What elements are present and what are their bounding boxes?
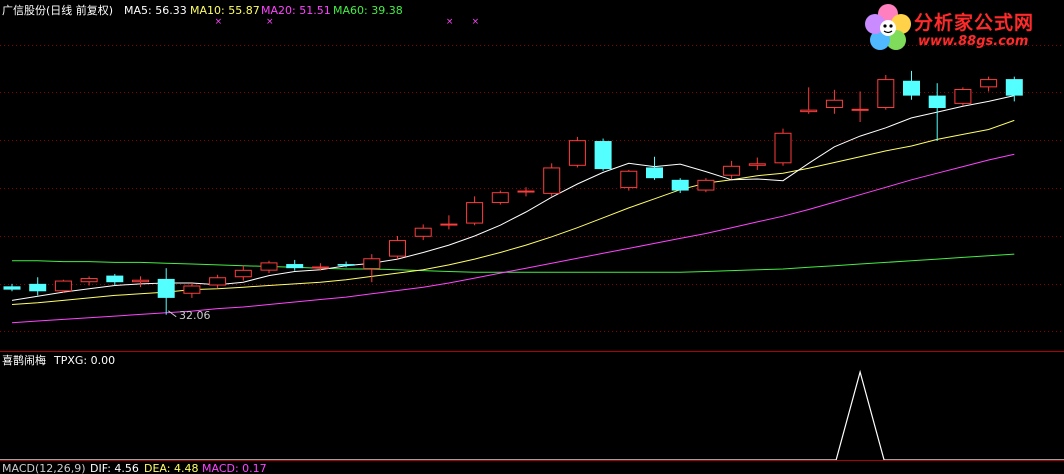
candle-body [697, 179, 715, 191]
candle-body [800, 109, 818, 113]
candle-body [132, 279, 149, 283]
candle-body [646, 167, 663, 179]
candle-body [389, 240, 406, 257]
candle-body [620, 170, 638, 189]
candle-up [491, 190, 509, 205]
candle-body [286, 264, 304, 269]
candle-body [851, 108, 869, 111]
tpxg-label: TPXG: 0.00 [53, 354, 115, 367]
low-price-label: 32.06 [179, 309, 211, 322]
candle-body [517, 190, 535, 193]
candle-body [440, 223, 458, 226]
candle-body [928, 95, 946, 108]
chart-title: 广信股份(日线 前复权) [2, 3, 113, 17]
candle-down [594, 138, 612, 171]
candle-up [54, 279, 72, 293]
candle-up [568, 136, 586, 168]
candle-body [311, 266, 329, 269]
candle-body [491, 192, 509, 203]
candle-body [234, 269, 252, 278]
candle-body [671, 179, 689, 191]
signal-marker: × [266, 17, 274, 27]
indicator-title: 喜鹊闹梅 [2, 353, 46, 367]
candle-body [209, 277, 227, 286]
candle-body [774, 132, 792, 164]
macd-name: MACD(12,26,9) [2, 462, 86, 474]
candle-body [106, 275, 124, 283]
candle-body [466, 202, 484, 224]
macd-value: MACD: 0.17 [202, 462, 267, 474]
candle-body [80, 278, 98, 283]
candle-body [157, 278, 175, 298]
candle-body [54, 280, 72, 292]
signal-marker: × [215, 17, 223, 27]
flower-icon [865, 4, 911, 50]
candle-up [543, 163, 561, 197]
candle-body [363, 258, 381, 269]
candle-up [697, 178, 715, 193]
stock-chart: × × × × 32.06 广信股份(日线 前复权) MA5: 56.33 MA10:… [0, 0, 1064, 474]
ma60-label: MA60: 39.38 [333, 4, 403, 17]
candle-body [954, 89, 972, 104]
candle-body [903, 80, 920, 96]
site-logo: 分析家公式网 www.88gs.com [862, 2, 1062, 54]
ma20-label: MA20: 51.51 [261, 4, 331, 17]
candle-body [748, 163, 766, 166]
candle-body [877, 79, 895, 108]
candle-body [980, 79, 998, 88]
logo-url: www.88gs.com [918, 34, 1029, 49]
candle-up [774, 128, 792, 166]
candle-body [723, 165, 741, 176]
signal-marker: × [472, 17, 480, 27]
macd-dea: DEA: 4.48 [144, 462, 198, 474]
logo-title: 分析家公式网 [914, 12, 1035, 34]
candle-body [543, 167, 561, 194]
ma5-label: MA5: 56.33 [124, 4, 187, 17]
candle-up [620, 169, 638, 191]
candle-body [337, 264, 355, 266]
candle-body [414, 227, 432, 237]
signal-marker: × [446, 17, 454, 27]
candle-body [29, 283, 47, 292]
candle-body [3, 286, 21, 290]
candle-body [594, 141, 612, 170]
candle-body [260, 262, 278, 271]
ma10-label: MA10: 55.87 [190, 4, 260, 17]
candle-body [183, 285, 201, 294]
candle-body [568, 140, 586, 166]
candle-body [1005, 79, 1023, 96]
candle-body [825, 99, 843, 108]
candle-up [877, 74, 895, 110]
candle-up [954, 87, 972, 106]
macd-dif: DIF: 4.56 [90, 462, 139, 474]
